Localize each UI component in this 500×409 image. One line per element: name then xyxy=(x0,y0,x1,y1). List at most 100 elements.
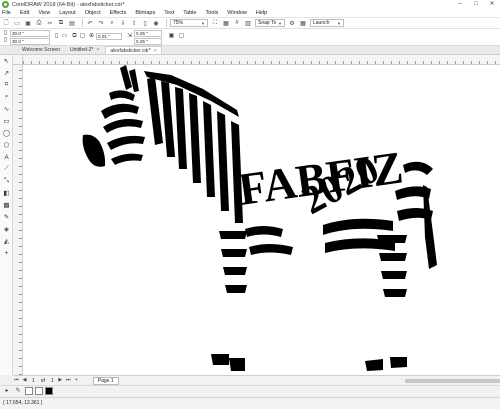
open-icon[interactable]: ▭ xyxy=(13,19,21,27)
page-count: 1 xyxy=(50,377,54,384)
parallel-dimension-icon[interactable]: ⟋ xyxy=(0,163,13,175)
page-width-field[interactable]: 30.0 " xyxy=(10,30,50,37)
launch-dropdown[interactable]: Launch ▼ xyxy=(310,19,344,27)
add-page-icon[interactable]: + xyxy=(73,377,80,384)
zoom-level-select[interactable]: 75% ▼ xyxy=(170,19,208,27)
menu-effects[interactable]: Effects xyxy=(110,10,127,16)
page-tab[interactable]: Page 1 xyxy=(92,376,119,385)
landscape-icon[interactable]: ▭ xyxy=(61,33,68,40)
ruler-origin[interactable] xyxy=(13,55,23,65)
crop-tool-icon[interactable]: ⌗ xyxy=(0,79,13,91)
zebra-hooves xyxy=(211,354,407,371)
menu-help[interactable]: Help xyxy=(256,10,267,16)
page-height-icon: ▯ xyxy=(3,37,8,43)
smart-fill-icon[interactable]: ◭ xyxy=(0,235,13,247)
close-icon[interactable]: × xyxy=(154,47,157,55)
all-pages-icon[interactable]: ⧉ xyxy=(71,33,78,40)
zebra-front-legs xyxy=(219,231,247,293)
export-icon[interactable]: ⇧ xyxy=(130,19,138,27)
ellipse-tool-icon[interactable]: ◯ xyxy=(0,127,13,139)
full-screen-icon[interactable]: ⛶ xyxy=(211,19,219,27)
menu-object[interactable]: Object xyxy=(85,10,101,16)
cut-icon[interactable]: ✂ xyxy=(46,19,54,27)
page-of-label: of xyxy=(40,377,45,384)
rectangle-tool-icon[interactable]: ▭ xyxy=(0,115,13,127)
page-height-field[interactable]: 30.0 " xyxy=(10,38,50,45)
menu-table[interactable]: Table xyxy=(183,10,196,16)
palette-arrow-icon[interactable]: ▸ xyxy=(3,387,11,395)
zoom-tool-icon[interactable]: ⌕ xyxy=(0,91,13,103)
snap-to-dropdown[interactable]: Snap To ▼ xyxy=(255,19,285,27)
vertical-ruler[interactable] xyxy=(13,65,23,375)
next-page-icon[interactable]: ▶ xyxy=(57,377,64,384)
menu-file[interactable]: File xyxy=(2,10,11,16)
connector-tool-icon[interactable]: ⤡ xyxy=(0,175,13,187)
rulers-icon[interactable]: ▦ xyxy=(222,19,230,27)
publish-pdf-icon[interactable]: ▯ xyxy=(141,19,149,27)
add-tool-icon[interactable]: + xyxy=(0,247,13,259)
document-tabs: Welcome Screen Untitled-2* × alexfabstic… xyxy=(0,46,500,55)
eyedropper-tool-icon[interactable]: ✎ xyxy=(0,211,13,223)
horizontal-scrollbar[interactable] xyxy=(405,379,500,383)
chevron-down-icon: ▼ xyxy=(278,20,282,26)
close-icon[interactable]: × xyxy=(96,46,99,54)
menu-tools[interactable]: Tools xyxy=(205,10,218,16)
minimize-icon[interactable]: – xyxy=(452,0,468,9)
no-fill-swatch[interactable] xyxy=(25,386,33,395)
duplicate-y-field[interactable]: 0.25 " xyxy=(134,38,162,45)
menu-view[interactable]: View xyxy=(38,10,50,16)
import-icon[interactable]: ⇩ xyxy=(119,19,127,27)
search-content-icon[interactable]: ⌕ xyxy=(108,19,116,27)
grid-icon[interactable]: # xyxy=(233,19,241,27)
draw-scale-icon[interactable]: ▢ xyxy=(178,33,185,40)
menu-bitmaps[interactable]: Bitmaps xyxy=(135,10,155,16)
close-icon[interactable]: ✕ xyxy=(484,0,500,9)
application-launcher-icon[interactable]: ▦ xyxy=(299,19,307,27)
new-document-icon[interactable]: 🗋 xyxy=(2,19,10,27)
menu-layout[interactable]: Layout xyxy=(59,10,76,16)
text-tool-icon[interactable]: A xyxy=(0,151,13,163)
drawing-canvas[interactable]: FABFIZ 2020 xyxy=(23,65,500,375)
last-page-icon[interactable]: ⏭ xyxy=(65,377,72,384)
tab-alexfabsticker[interactable]: alexfabsticker.cdr* × xyxy=(105,46,162,54)
interactive-fill-icon[interactable]: ◈ xyxy=(0,223,13,235)
tab-welcome-screen[interactable]: Welcome Screen xyxy=(18,46,64,54)
status-bar: ( 17.654, 13.361 ) xyxy=(0,397,500,409)
menu-text[interactable]: Text xyxy=(164,10,174,16)
portrait-icon[interactable]: ▯ xyxy=(53,33,60,40)
title-bar: CorelDRAW 2018 (64-Bit) - alexfabsticker… xyxy=(0,0,500,9)
color-wheel-icon[interactable]: ◉ xyxy=(152,19,160,27)
maximize-icon[interactable]: □ xyxy=(468,0,484,9)
tab-untitled-2[interactable]: Untitled-2* × xyxy=(66,46,103,54)
eyedropper-icon[interactable]: ✎ xyxy=(14,387,22,395)
freehand-tool-icon[interactable]: ∿ xyxy=(0,103,13,115)
save-icon[interactable]: ▣ xyxy=(24,19,32,27)
transparency-tool-icon[interactable]: ▩ xyxy=(0,199,13,211)
options-gear-icon[interactable]: ⚙ xyxy=(288,19,296,27)
white-swatch[interactable] xyxy=(35,386,43,395)
drop-shadow-tool-icon[interactable]: ◧ xyxy=(0,187,13,199)
polygon-tool-icon[interactable]: ⬡ xyxy=(0,139,13,151)
current-page-icon[interactable]: ▢ xyxy=(79,33,86,40)
guidelines-icon[interactable]: ▥ xyxy=(244,19,252,27)
treat-as-filled-icon[interactable]: ▣ xyxy=(168,33,175,40)
zebra-neck-stripes xyxy=(147,77,243,223)
shape-tool-icon[interactable]: ↗ xyxy=(0,67,13,79)
black-swatch[interactable] xyxy=(45,386,53,395)
zebra-artwork[interactable]: FABFIZ 2020 xyxy=(23,65,500,375)
horizontal-ruler[interactable] xyxy=(23,55,500,65)
print-icon[interactable]: ⎙ xyxy=(35,19,43,27)
nudge-distance-field[interactable]: 0.01 " xyxy=(96,33,122,40)
duplicate-x-field[interactable]: 0.25 " xyxy=(134,30,162,37)
pick-tool-icon[interactable]: ↖ xyxy=(0,55,13,67)
copy-icon[interactable]: ⧉ xyxy=(57,19,65,27)
undo-icon[interactable]: ↶ xyxy=(86,19,94,27)
paste-icon[interactable]: ▤ xyxy=(68,19,76,27)
window-controls: – □ ✕ xyxy=(452,0,500,9)
menu-edit[interactable]: Edit xyxy=(20,10,29,16)
first-page-icon[interactable]: ⏮ xyxy=(13,377,20,384)
menu-window[interactable]: Window xyxy=(227,10,247,16)
redo-icon[interactable]: ↷ xyxy=(97,19,105,27)
previous-page-icon[interactable]: ◀ xyxy=(21,377,28,384)
tab-label: Untitled-2* xyxy=(69,47,94,53)
